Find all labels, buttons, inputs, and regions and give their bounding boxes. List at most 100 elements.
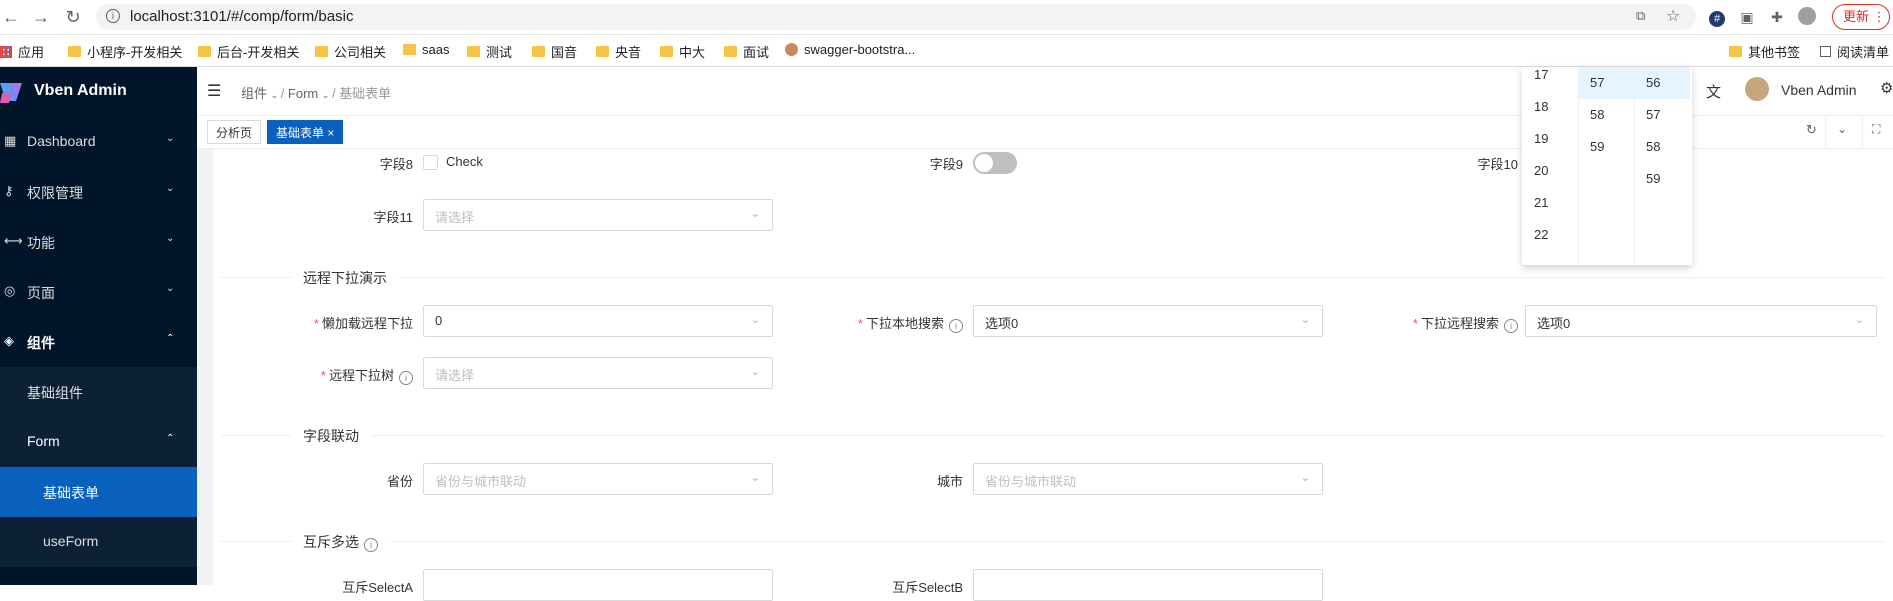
tab-basic-form[interactable]: 基础表单 × [267,120,344,144]
user-name[interactable]: Vben Admin [1781,82,1857,98]
app-logo-row[interactable]: Vben Admin [0,67,197,117]
folder-icon [596,46,609,57]
chevron-down-icon: ⌄ [270,90,281,100]
field9-switch[interactable] [973,152,1017,174]
folder-icon [660,46,673,57]
bookmark-folder[interactable]: 面试 [724,42,769,61]
select-b-input[interactable] [973,569,1323,601]
settings-gear-icon[interactable]: ⚙ [1880,79,1893,97]
sidebar-item-basic-form[interactable]: 基础表单 [0,467,197,517]
chevron-down-icon[interactable]: ⌄ [1837,122,1847,136]
vben-logo-icon [0,79,26,105]
tab-divider [1862,116,1863,148]
forward-icon[interactable]: → [30,6,52,28]
tab-analysis[interactable]: 分析页 [207,120,262,144]
lazy-remote-label: * 懒加载远程下拉 [313,316,413,331]
city-select[interactable]: 省份与城市联动 ⌄ [973,463,1323,495]
chevron-down-icon: ⌄ [166,133,175,144]
breadcrumb-item: 基础表单 [339,86,392,101]
breadcrumb-item[interactable]: Form [288,86,318,101]
back-icon[interactable]: ← [0,6,22,28]
minutes-column[interactable]: 57 58 59 [1578,67,1635,265]
info-circle-icon[interactable]: i [399,371,413,385]
bookmark-reading-list[interactable]: 阅读清单 [1820,42,1889,61]
time-option[interactable]: 57 [1634,99,1690,131]
bookmark-star-icon[interactable]: ☆ [1666,6,1680,26]
folder-icon [403,44,416,55]
translate-icon[interactable]: ⧉ [1636,8,1645,24]
update-button[interactable]: 更新 ⋮ [1832,4,1890,30]
info-circle-icon[interactable]: i [1504,319,1518,333]
time-option[interactable]: 17 [1522,59,1578,91]
menu-fold-icon[interactable]: ☰ [207,81,221,101]
address-bar[interactable]: i localhost:3101/#/comp/form/basic ⧉ ☆ [96,4,1696,30]
time-option[interactable]: 56 [1634,67,1690,99]
refresh-icon[interactable]: ↻ [1806,122,1817,138]
bookmark-folder[interactable]: 测试 [467,42,512,61]
time-option[interactable]: 20 [1522,155,1578,187]
sidebar-item-dashboard[interactable]: ▦ Dashboard ⌄ [0,117,197,167]
time-option[interactable]: 57 [1578,67,1634,99]
bookmark-apps[interactable]: 应用 [0,42,44,61]
province-label: 省份 [386,474,413,489]
chevron-down-icon: ⌄ [750,366,760,378]
extensions-puzzle-icon[interactable]: ✚ [1767,7,1787,27]
time-option[interactable]: 58 [1578,99,1634,131]
time-option[interactable]: 22 [1522,219,1578,251]
sidebar-item-component[interactable]: ◈ 组件 ⌃ [0,317,197,367]
reload-icon[interactable]: ↻ [62,6,84,28]
bookmark-folder[interactable]: 公司相关 [315,42,386,61]
section-divider [221,435,1885,436]
fullscreen-icon[interactable]: ⛶ [1872,122,1880,137]
checkbox-label: Check [446,154,483,169]
profile-icon[interactable] [1797,7,1817,27]
bookmark-folder[interactable]: 后台-开发相关 [198,42,299,61]
info-circle-icon[interactable]: i [949,319,963,333]
seconds-column[interactable]: 56 57 58 59 [1634,67,1690,265]
section-divider [221,541,1885,542]
bookmark-other[interactable]: 其他书签 [1729,42,1800,61]
remote-tree-label: * 远程下拉树 i [213,365,413,385]
chevron-down-icon: ⌄ [750,208,760,220]
folder-icon [315,46,328,57]
bookmark-folder[interactable]: saas [403,42,449,57]
remote-search-select[interactable]: 选项0 ⌄ [1525,305,1877,337]
time-option[interactable]: 58 [1634,131,1690,163]
app-title: Vben Admin [34,82,127,99]
hours-column[interactable]: 17 18 19 20 21 22 [1522,67,1579,265]
bookmark-folder[interactable]: 国音 [532,42,577,61]
section-title-linkage: 字段联动 [291,426,371,446]
close-icon[interactable]: × [327,126,334,140]
sidebar-item-function[interactable]: ⟷ 功能 ⌄ [0,217,197,267]
bookmarks-bar: 应用 小程序-开发相关 后台-开发相关 公司相关 saas 测试 国音 央音 中… [0,35,1893,67]
extension-window-icon[interactable]: ▣ [1737,7,1757,27]
bookmark-folder[interactable]: 央音 [596,42,641,61]
remote-search-label: * 下拉远程搜索 i [1263,313,1518,333]
time-option[interactable]: 59 [1634,163,1690,195]
folder-icon [724,46,737,57]
info-circle-icon[interactable]: i [364,538,378,552]
remote-tree-select[interactable]: 请选择 ⌄ [423,357,773,389]
time-option[interactable]: 19 [1522,123,1578,155]
extension-hash-icon[interactable]: # [1707,7,1727,27]
sidebar-item-useform[interactable]: useForm [0,517,197,567]
breadcrumb-item[interactable]: 组件 [241,86,267,101]
time-option[interactable]: 59 [1578,131,1634,163]
sidebar-item-basic-component[interactable]: 基础组件 [0,367,197,417]
time-option[interactable]: 21 [1522,187,1578,219]
sidebar-item-permission[interactable]: ⚷ 权限管理 ⌄ [0,167,197,217]
field11-select[interactable]: 请选择 ⌄ [423,199,773,231]
field8-label: 字段8 [379,157,413,172]
time-picker-panel: 17 18 19 20 21 22 57 58 59 56 57 58 59 [1522,67,1692,265]
language-icon[interactable]: 文 [1706,81,1721,102]
bookmark-folder[interactable]: 中大 [660,42,705,61]
bookmark-swagger[interactable]: swagger-bootstra... [785,42,915,57]
bookmark-folder[interactable]: 小程序-开发相关 [68,42,182,61]
avatar[interactable] [1745,77,1769,101]
sidebar-item-form[interactable]: Form ⌃ [0,417,197,467]
time-option[interactable]: 18 [1522,91,1578,123]
field8-checkbox[interactable] [423,155,438,170]
swagger-icon [785,43,798,56]
sidebar-item-page[interactable]: ◎ 页面 ⌄ [0,267,197,317]
site-info-icon[interactable]: i [106,9,120,23]
